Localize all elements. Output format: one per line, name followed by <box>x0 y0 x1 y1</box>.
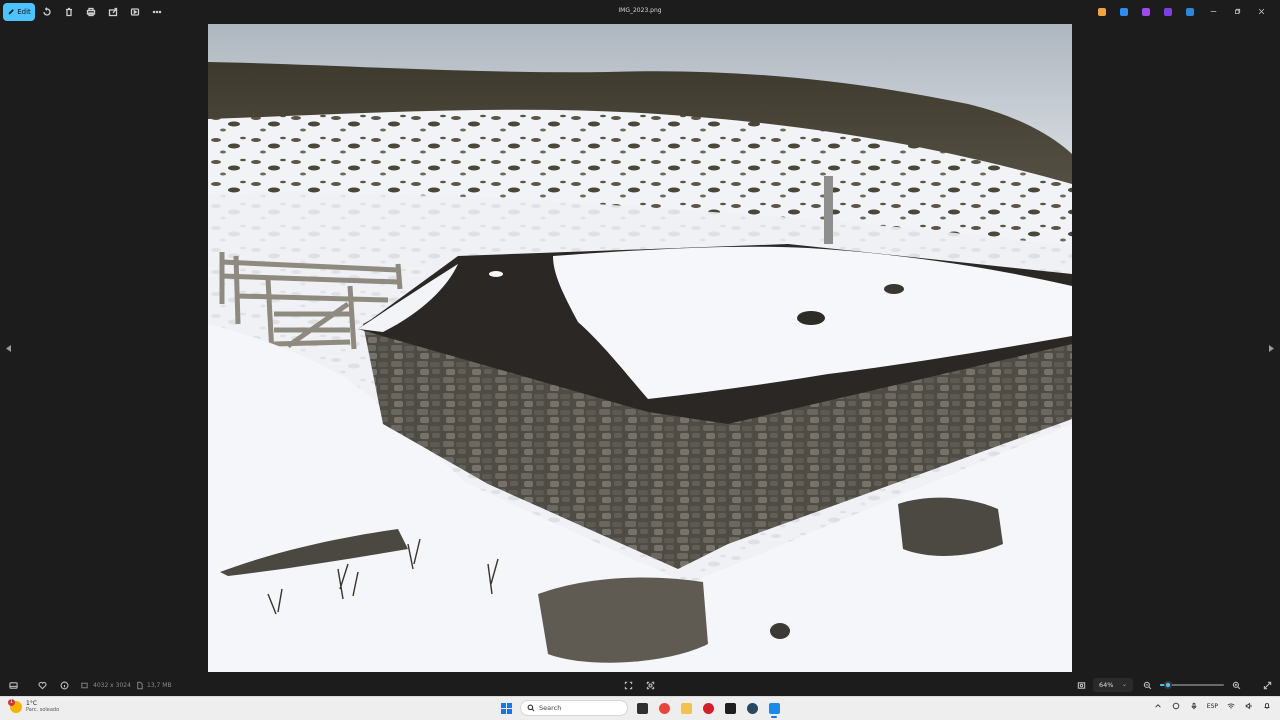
chevron-down-icon: ⌄ <box>1121 681 1127 688</box>
title-bar: Edit IMG_2023.png <box>0 0 1280 24</box>
sun-icon: 1 <box>8 699 22 713</box>
previous-photo-button[interactable] <box>3 340 13 356</box>
edit-button[interactable]: Edit <box>3 3 35 21</box>
clipchamp-video-icon[interactable] <box>1162 6 1174 18</box>
weather-description: Parc. soleado <box>26 707 60 713</box>
fullscreen-icon[interactable] <box>1261 679 1273 691</box>
background-fill-icon[interactable] <box>1075 679 1087 691</box>
designer-icon[interactable] <box>1118 6 1130 18</box>
search-icon <box>527 704 535 712</box>
zoom-dropdown[interactable]: 64% ⌄ <box>1093 678 1133 692</box>
file-size: 13,7 MB <box>147 682 172 689</box>
zoom-in-icon[interactable] <box>1230 679 1242 691</box>
opera-icon[interactable] <box>700 699 716 717</box>
file-info-icon[interactable] <box>58 679 70 691</box>
weather-temperature: 1°C <box>26 700 38 707</box>
taskbar-center: Search <box>498 699 782 718</box>
more-icon[interactable] <box>151 6 163 18</box>
network-status-icon[interactable] <box>1171 701 1181 711</box>
info-bar: 4032 x 3024 13,7 MB 64% ⌄ <box>0 674 1280 696</box>
file-title: IMG_2023.png <box>618 7 662 14</box>
file-size-icon <box>133 679 145 691</box>
chevron-right-icon <box>1268 344 1274 352</box>
zoom-out-icon[interactable] <box>1141 679 1153 691</box>
photo-viewer-image[interactable] <box>208 24 1072 672</box>
delete-icon[interactable] <box>63 6 75 18</box>
windows-logo-icon <box>500 702 512 714</box>
file-explorer-icon[interactable] <box>634 699 650 717</box>
windows-taskbar: 1 1°C Parc. soleado Search ESP <box>0 696 1280 720</box>
folder-icon[interactable] <box>678 699 694 717</box>
weather-widget[interactable]: 1 1°C Parc. soleado <box>8 699 60 714</box>
image-dimensions: 4032 x 3024 <box>93 682 131 689</box>
edit-icon <box>8 9 15 15</box>
next-photo-button[interactable] <box>1266 340 1276 356</box>
clipchamp-icon[interactable] <box>1140 6 1152 18</box>
wifi-icon[interactable] <box>1226 701 1236 711</box>
terminal-icon[interactable] <box>722 699 738 717</box>
print-icon[interactable] <box>85 6 97 18</box>
chevron-left-icon <box>5 344 11 352</box>
chevron-up-icon[interactable] <box>1153 701 1163 711</box>
fit-to-window-icon[interactable] <box>622 679 634 691</box>
onedrive-icon[interactable] <box>1184 6 1196 18</box>
volume-icon[interactable] <box>1244 701 1254 711</box>
edit-button-label: Edit <box>17 8 31 16</box>
notification-badge: 1 <box>8 699 15 706</box>
notifications-bell-icon[interactable] <box>1262 701 1272 711</box>
actual-size-icon[interactable] <box>644 679 656 691</box>
restore-icon[interactable] <box>1232 5 1242 17</box>
system-tray: ESP <box>1153 701 1272 711</box>
start-button[interactable] <box>498 699 514 717</box>
search-placeholder: Search <box>539 704 562 712</box>
minimize-icon[interactable] <box>1208 5 1218 17</box>
image-size-icon <box>78 679 90 691</box>
share-icon[interactable] <box>107 6 119 18</box>
photos-icon[interactable] <box>766 699 782 718</box>
zoom-slider[interactable] <box>1160 681 1224 689</box>
slideshow-icon[interactable] <box>129 6 141 18</box>
zoom-slider-thumb[interactable] <box>1163 681 1172 689</box>
taskbar-search[interactable]: Search <box>520 700 628 716</box>
snowy-hut-photo <box>208 24 1072 672</box>
language-indicator[interactable]: ESP <box>1207 703 1218 710</box>
zoom-level: 64% <box>1099 681 1114 689</box>
close-icon[interactable] <box>1256 5 1266 17</box>
filmstrip-icon[interactable] <box>7 679 19 691</box>
app-integrations <box>1096 6 1196 18</box>
copilot-icon[interactable] <box>1096 6 1108 18</box>
microphone-icon[interactable] <box>1189 701 1199 711</box>
favorite-icon[interactable] <box>36 679 48 691</box>
photos-app-window: Edit IMG_2023.png 4032 x 3024 13,7 MB 64… <box>0 0 1280 720</box>
chrome-icon[interactable] <box>656 699 672 717</box>
steam-icon[interactable] <box>744 699 760 717</box>
rotate-icon[interactable] <box>41 6 53 18</box>
window-controls <box>1208 5 1266 17</box>
